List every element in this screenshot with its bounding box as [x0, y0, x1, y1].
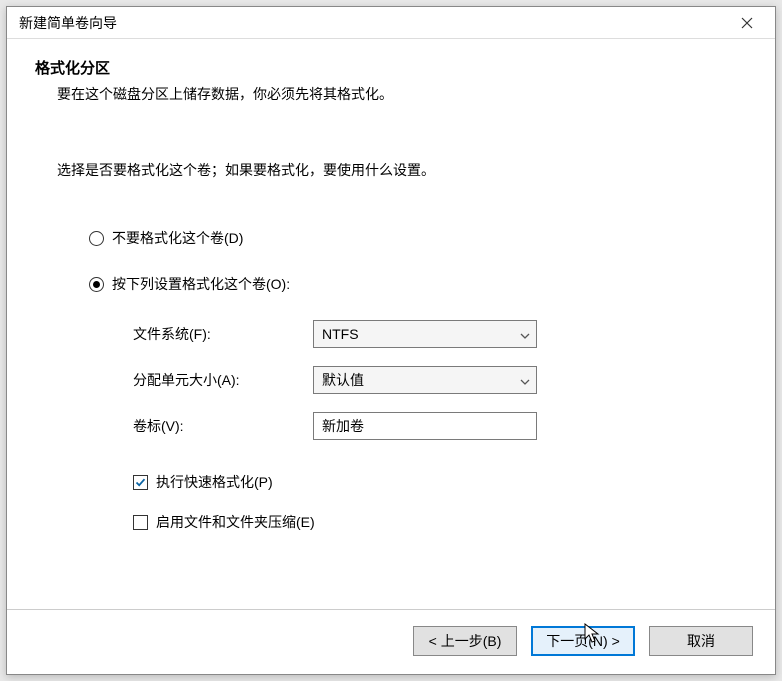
check-icon — [135, 477, 146, 488]
checkbox-icon — [133, 475, 148, 490]
radio-label: 不要格式化这个卷(D) — [112, 228, 243, 248]
volume-label-input[interactable] — [313, 412, 537, 440]
radio-icon — [89, 231, 104, 246]
row-allocation-unit: 分配单元大小(A): 默认值 — [133, 366, 747, 394]
allocation-value: 默认值 — [322, 370, 364, 390]
row-filesystem: 文件系统(F): NTFS — [133, 320, 747, 348]
chevron-down-icon — [520, 326, 530, 342]
wizard-dialog: 新建简单卷向导 格式化分区 要在这个磁盘分区上储存数据，你必须先将其格式化。 选… — [6, 6, 776, 675]
format-form: 文件系统(F): NTFS 分配单元大小(A): 默认值 卷标(V): — [133, 320, 747, 532]
filesystem-value: NTFS — [322, 326, 359, 342]
cancel-button[interactable]: 取消 — [649, 626, 753, 656]
close-button[interactable] — [727, 9, 767, 37]
titlebar: 新建简单卷向导 — [7, 7, 775, 39]
back-button[interactable]: < 上一步(B) — [413, 626, 517, 656]
window-title: 新建简单卷向导 — [19, 13, 117, 33]
radio-no-format[interactable]: 不要格式化这个卷(D) — [89, 228, 747, 248]
checkbox-compression[interactable]: 启用文件和文件夹压缩(E) — [133, 512, 747, 532]
checkbox-quick-format[interactable]: 执行快速格式化(P) — [133, 472, 747, 492]
options-group: 不要格式化这个卷(D) 按下列设置格式化这个卷(O): 文件系统(F): NTF… — [89, 228, 747, 532]
checkbox-label: 执行快速格式化(P) — [156, 472, 273, 492]
radio-label: 按下列设置格式化这个卷(O): — [112, 274, 290, 294]
next-button[interactable]: 下一页(N) > — [531, 626, 635, 656]
row-volume-label: 卷标(V): — [133, 412, 747, 440]
checkbox-icon — [133, 515, 148, 530]
section-title: 格式化分区 — [35, 57, 747, 78]
chevron-down-icon — [520, 372, 530, 388]
button-bar: < 上一步(B) 下一页(N) > 取消 — [7, 609, 775, 674]
volume-label-label: 卷标(V): — [133, 416, 313, 436]
allocation-label: 分配单元大小(A): — [133, 370, 313, 390]
radio-do-format[interactable]: 按下列设置格式化这个卷(O): — [89, 274, 747, 294]
close-icon — [741, 17, 753, 29]
checkbox-label: 启用文件和文件夹压缩(E) — [156, 512, 315, 532]
radio-icon — [89, 277, 104, 292]
section-desc: 要在这个磁盘分区上储存数据，你必须先将其格式化。 — [57, 84, 747, 104]
filesystem-select[interactable]: NTFS — [313, 320, 537, 348]
allocation-select[interactable]: 默认值 — [313, 366, 537, 394]
content-area: 格式化分区 要在这个磁盘分区上储存数据，你必须先将其格式化。 选择是否要格式化这… — [7, 39, 775, 609]
filesystem-label: 文件系统(F): — [133, 324, 313, 344]
prompt-text: 选择是否要格式化这个卷；如果要格式化，要使用什么设置。 — [57, 160, 747, 180]
